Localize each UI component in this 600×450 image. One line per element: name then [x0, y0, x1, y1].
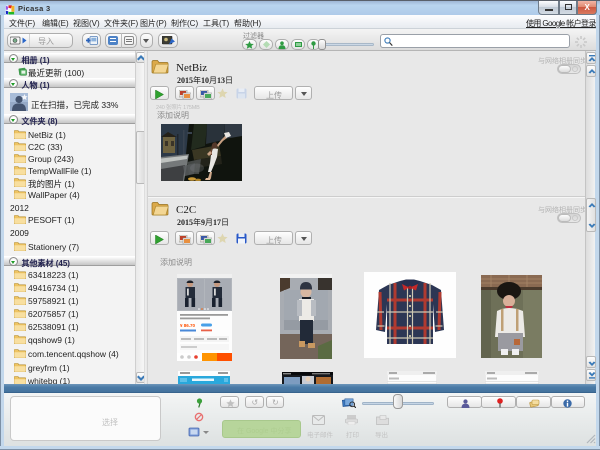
svg-text:¥ 86.70: ¥ 86.70 — [180, 323, 196, 328]
